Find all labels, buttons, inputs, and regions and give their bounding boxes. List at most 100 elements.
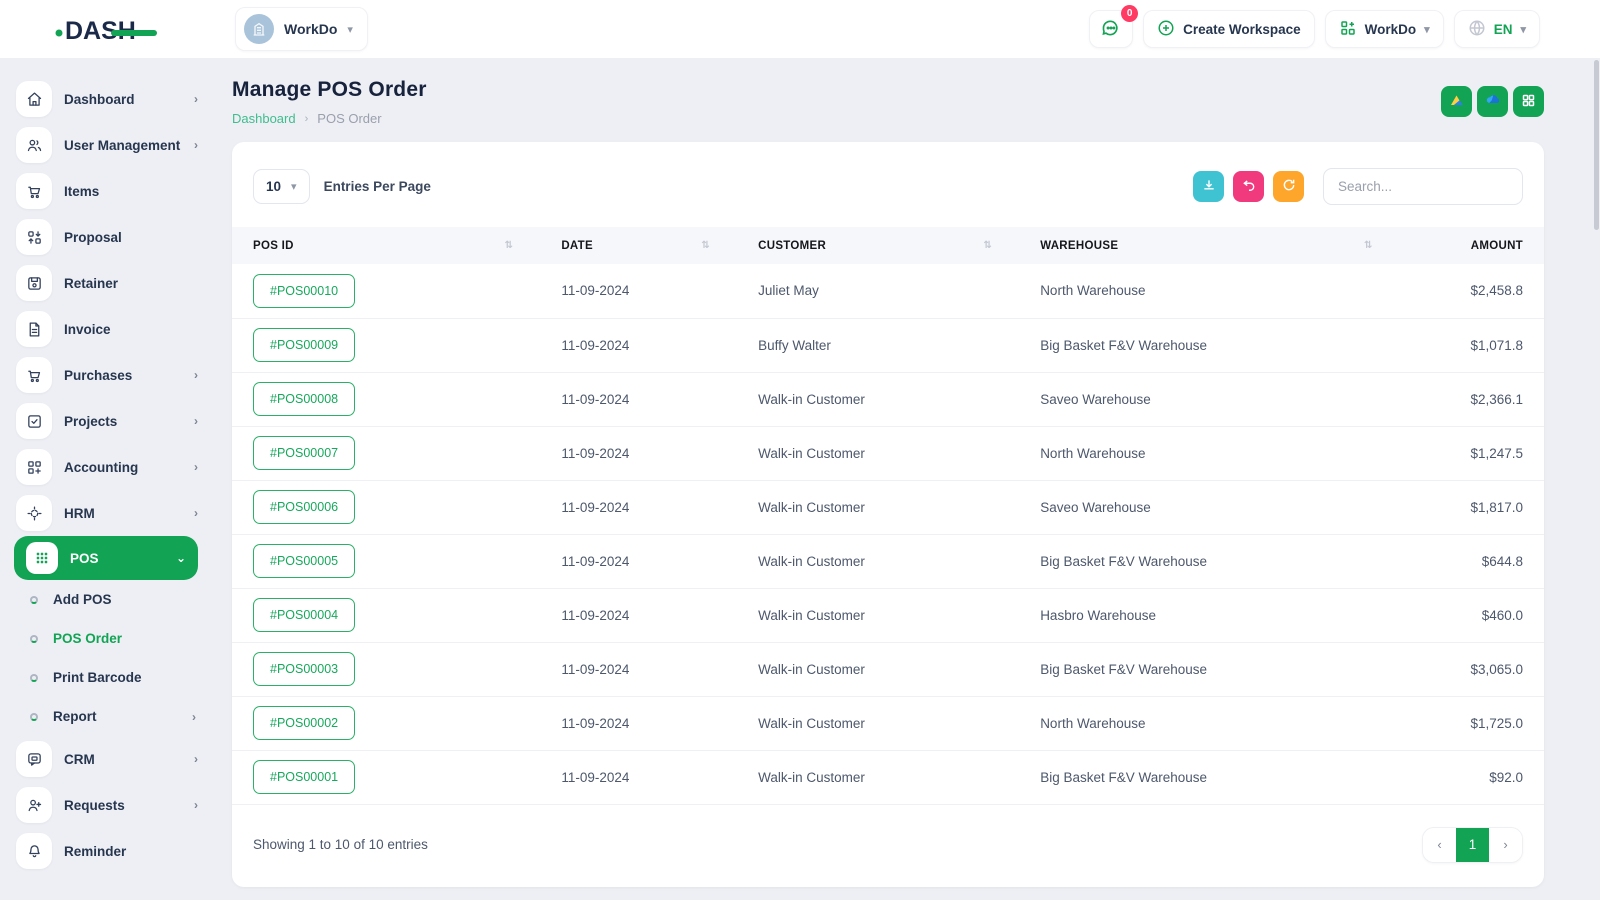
sidebar-item-reminder[interactable]: Reminder <box>0 828 212 874</box>
export-button[interactable] <box>1193 171 1224 202</box>
chevron-down-icon: ▾ <box>291 180 297 193</box>
warehouse-cell: North Warehouse <box>1019 426 1399 480</box>
column-header-warehouse[interactable]: WAREHOUSE⇅ <box>1019 227 1399 264</box>
customer-cell: Walk-in Customer <box>737 480 1019 534</box>
date-cell: 11-09-2024 <box>540 750 737 804</box>
sidebar-item-retainer[interactable]: Retainer <box>0 260 212 306</box>
chevron-right-icon: › <box>194 414 198 428</box>
undo-button[interactable] <box>1233 171 1264 202</box>
column-header-pos-id[interactable]: POS ID⇅ <box>232 227 540 264</box>
page-scrollbar[interactable] <box>1594 60 1599 230</box>
amount-cell: $1,817.0 <box>1400 480 1544 534</box>
bullet-icon <box>30 635 38 643</box>
crosshair-icon <box>16 495 52 531</box>
home-icon <box>16 81 52 117</box>
pos-id-badge[interactable]: #POS00003 <box>253 652 355 686</box>
workspace-selector[interactable]: WorkDo ▾ <box>235 7 368 51</box>
customer-cell: Walk-in Customer <box>737 372 1019 426</box>
pos-id-badge[interactable]: #POS00010 <box>253 274 355 308</box>
warehouse-cell: Big Basket F&V Warehouse <box>1019 750 1399 804</box>
grid-view-button[interactable] <box>1513 86 1544 117</box>
chevron-down-icon: ▾ <box>1520 23 1526 36</box>
pos-id-badge[interactable]: #POS00007 <box>253 436 355 470</box>
warehouse-cell: Hasbro Warehouse <box>1019 588 1399 642</box>
date-cell: 11-09-2024 <box>540 264 737 318</box>
sort-icon[interactable]: ⇅ <box>505 240 520 251</box>
sidebar-item-requests[interactable]: Requests› <box>0 782 212 828</box>
customer-cell: Walk-in Customer <box>737 696 1019 750</box>
sort-icon[interactable]: ⇅ <box>701 240 716 251</box>
column-header-amount: AMOUNT <box>1400 227 1544 264</box>
pos-id-badge[interactable]: #POS00002 <box>253 706 355 740</box>
sidebar-item-user-management[interactable]: User Management› <box>0 122 212 168</box>
pos-id-badge[interactable]: #POS00005 <box>253 544 355 578</box>
customer-cell: Walk-in Customer <box>737 588 1019 642</box>
refresh-icon <box>1282 178 1296 195</box>
table-row: #POS0000211-09-2024Walk-in CustomerNorth… <box>232 696 1544 750</box>
dash-logo-icon: DASH <box>55 13 159 45</box>
onedrive-button[interactable] <box>1477 86 1508 117</box>
sidebar-item-invoice[interactable]: Invoice <box>0 306 212 352</box>
breadcrumb-dashboard[interactable]: Dashboard <box>232 111 296 126</box>
pos-id-badge[interactable]: #POS00004 <box>253 598 355 632</box>
sidebar-item-proposal[interactable]: Proposal <box>0 214 212 260</box>
sidebar-item-label: Requests <box>64 798 194 813</box>
prev-page-button[interactable]: ‹ <box>1423 828 1456 862</box>
main-content: Manage POS Order Dashboard › POS Order <box>212 58 1560 900</box>
chevron-down-icon: ▾ <box>347 23 353 36</box>
amount-cell: $644.8 <box>1400 534 1544 588</box>
sidebar-item-pos[interactable]: POS ⌄ <box>14 536 198 580</box>
column-header-date[interactable]: DATE⇅ <box>540 227 737 264</box>
column-header-customer[interactable]: CUSTOMER⇅ <box>737 227 1019 264</box>
breadcrumb-separator: › <box>305 113 309 125</box>
pos-id-badge[interactable]: #POS00009 <box>253 328 355 362</box>
amount-cell: $1,247.5 <box>1400 426 1544 480</box>
pos-id-badge[interactable]: #POS00008 <box>253 382 355 416</box>
sidebar-item-label: CRM <box>64 752 194 767</box>
sidebar-item-items[interactable]: Items <box>0 168 212 214</box>
sort-icon[interactable]: ⇅ <box>984 240 999 251</box>
messages-button[interactable]: 0 <box>1089 10 1133 48</box>
table-row: #POS0000411-09-2024Walk-in CustomerHasbr… <box>232 588 1544 642</box>
grid-icon <box>1521 93 1536 111</box>
date-cell: 11-09-2024 <box>540 642 737 696</box>
sidebar-item-accounting[interactable]: Accounting› <box>0 444 212 490</box>
search-input[interactable] <box>1323 168 1523 205</box>
table-row: #POS0000111-09-2024Walk-in CustomerBig B… <box>232 750 1544 804</box>
sidebar-subitem-label: Print Barcode <box>53 670 196 685</box>
workspace-dropdown[interactable]: WorkDo ▾ <box>1325 10 1444 48</box>
bell-icon <box>16 833 52 869</box>
create-workspace-button[interactable]: Create Workspace <box>1143 10 1315 48</box>
top-bar: DASH WorkDo ▾ 0 <box>0 0 1600 58</box>
amount-cell: $3,065.0 <box>1400 642 1544 696</box>
current-page-button[interactable]: 1 <box>1456 828 1489 862</box>
sidebar-item-projects[interactable]: Projects› <box>0 398 212 444</box>
next-page-button[interactable]: › <box>1489 828 1522 862</box>
sidebar-subitem-add-pos[interactable]: Add POS <box>0 580 212 619</box>
table-row: #POS0000511-09-2024Walk-in CustomerBig B… <box>232 534 1544 588</box>
sidebar-item-label: Dashboard <box>64 92 194 107</box>
bullet-icon <box>30 596 38 604</box>
language-selector[interactable]: EN ▾ <box>1454 10 1540 48</box>
sidebar-item-hrm[interactable]: HRM› <box>0 490 212 536</box>
sidebar-item-label: Retainer <box>64 276 198 291</box>
chevron-right-icon: › <box>194 752 198 766</box>
amount-cell: $2,366.1 <box>1400 372 1544 426</box>
sidebar-subitem-print-barcode[interactable]: Print Barcode <box>0 658 212 697</box>
sidebar-item-label: Accounting <box>64 460 194 475</box>
pos-id-badge[interactable]: #POS00001 <box>253 760 355 794</box>
refresh-button[interactable] <box>1273 171 1304 202</box>
entries-per-page-select[interactable]: 10 ▾ <box>253 169 310 204</box>
sidebar-subitem-pos-order[interactable]: POS Order <box>0 619 212 658</box>
sort-icon[interactable]: ⇅ <box>1364 240 1379 251</box>
date-cell: 11-09-2024 <box>540 480 737 534</box>
workspace-name: WorkDo <box>284 21 337 37</box>
sidebar-item-crm[interactable]: CRM› <box>0 736 212 782</box>
sidebar-item-purchases[interactable]: Purchases› <box>0 352 212 398</box>
google-drive-button[interactable] <box>1441 86 1472 117</box>
sidebar-item-dashboard[interactable]: Dashboard› <box>0 76 212 122</box>
app-logo[interactable]: DASH <box>55 13 165 45</box>
breadcrumb: Dashboard › POS Order <box>232 111 427 126</box>
pos-id-badge[interactable]: #POS00006 <box>253 490 355 524</box>
sidebar-subitem-report[interactable]: Report› <box>0 697 212 736</box>
